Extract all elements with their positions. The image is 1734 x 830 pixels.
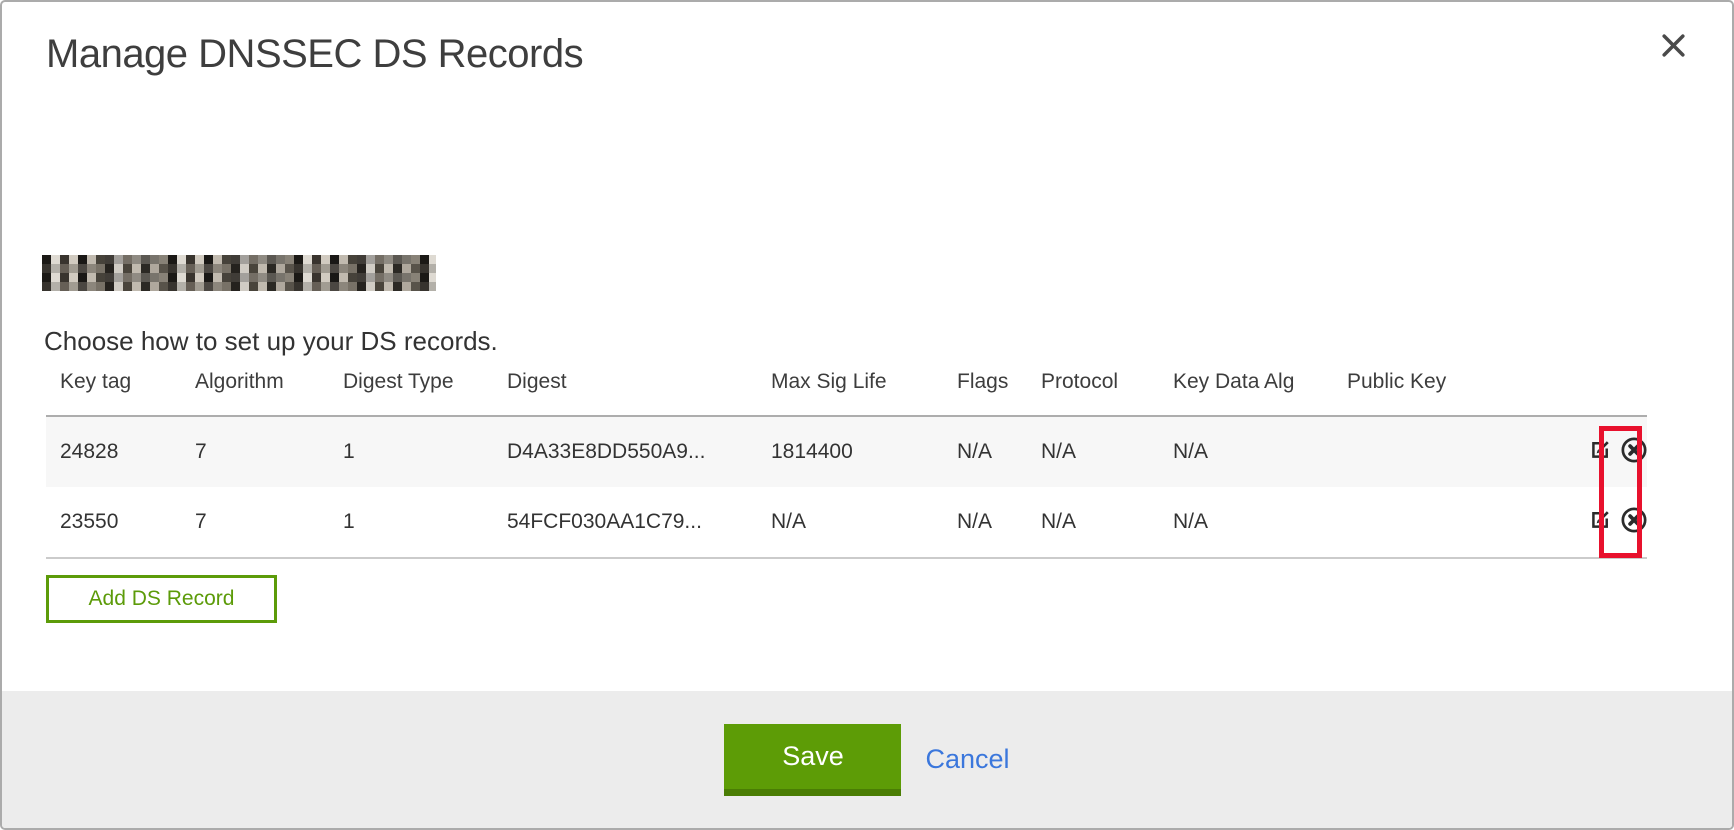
delete-record-button[interactable]	[1621, 507, 1647, 533]
column-header-key-data-alg: Key Data Alg	[1159, 370, 1333, 416]
column-header-algorithm: Algorithm	[181, 370, 329, 416]
save-button[interactable]: Save	[724, 724, 901, 796]
cell-flags: N/A	[943, 416, 1027, 487]
close-button[interactable]	[1657, 29, 1689, 61]
cell-public-key	[1333, 487, 1562, 558]
column-header-flags: Flags	[943, 370, 1027, 416]
cell-algorithm: 7	[181, 487, 329, 558]
cell-flags: N/A	[943, 487, 1027, 558]
edit-record-button[interactable]	[1589, 508, 1612, 531]
column-header-digest: Digest	[493, 370, 757, 416]
close-x-icon	[1659, 31, 1688, 60]
column-header-digest-type: Digest Type	[329, 370, 493, 416]
cell-algorithm: 7	[181, 416, 329, 487]
cancel-link[interactable]: Cancel	[925, 744, 1009, 775]
table-row: 23550 7 1 54FCF030AA1C79... N/A N/A N/A …	[46, 487, 1647, 558]
column-header-key-tag: Key tag	[46, 370, 181, 416]
cell-key-tag: 23550	[46, 487, 181, 558]
ds-records-table: Key tag Algorithm Digest Type Digest Max…	[46, 370, 1647, 559]
page-title: Manage DNSSEC DS Records	[46, 32, 583, 77]
add-ds-record-button[interactable]: Add DS Record	[46, 575, 277, 623]
edit-pencil-icon	[1589, 508, 1612, 531]
cell-key-data-alg: N/A	[1159, 416, 1333, 487]
manage-dnssec-dialog: Manage DNSSEC DS Records Choose how to s…	[0, 0, 1734, 830]
column-header-max-sig-life: Max Sig Life	[757, 370, 943, 416]
ds-records-table-container: Key tag Algorithm Digest Type Digest Max…	[46, 370, 1647, 559]
instruction-text: Choose how to set up your DS records.	[44, 326, 498, 357]
cell-protocol: N/A	[1027, 416, 1159, 487]
dialog-footer: Save Cancel	[2, 691, 1732, 828]
cell-digest-type: 1	[329, 487, 493, 558]
edit-pencil-icon	[1589, 438, 1612, 461]
redacted-domain-name	[42, 255, 436, 291]
cell-digest: D4A33E8DD550A9...	[493, 416, 757, 487]
circle-x-delete-icon	[1621, 507, 1647, 533]
cell-actions	[1562, 487, 1647, 558]
column-header-actions	[1562, 370, 1647, 416]
column-header-protocol: Protocol	[1027, 370, 1159, 416]
table-row: 24828 7 1 D4A33E8DD550A9... 1814400 N/A …	[46, 416, 1647, 487]
cell-digest-type: 1	[329, 416, 493, 487]
cell-max-sig-life: 1814400	[757, 416, 943, 487]
cell-max-sig-life: N/A	[757, 487, 943, 558]
cell-actions	[1562, 416, 1647, 487]
cell-key-data-alg: N/A	[1159, 487, 1333, 558]
column-header-public-key: Public Key	[1333, 370, 1562, 416]
edit-record-button[interactable]	[1589, 438, 1612, 461]
cell-digest: 54FCF030AA1C79...	[493, 487, 757, 558]
cell-protocol: N/A	[1027, 487, 1159, 558]
delete-record-button[interactable]	[1621, 437, 1647, 463]
circle-x-delete-icon	[1621, 437, 1647, 463]
cell-key-tag: 24828	[46, 416, 181, 487]
cell-public-key	[1333, 416, 1562, 487]
table-header-row: Key tag Algorithm Digest Type Digest Max…	[46, 370, 1647, 416]
